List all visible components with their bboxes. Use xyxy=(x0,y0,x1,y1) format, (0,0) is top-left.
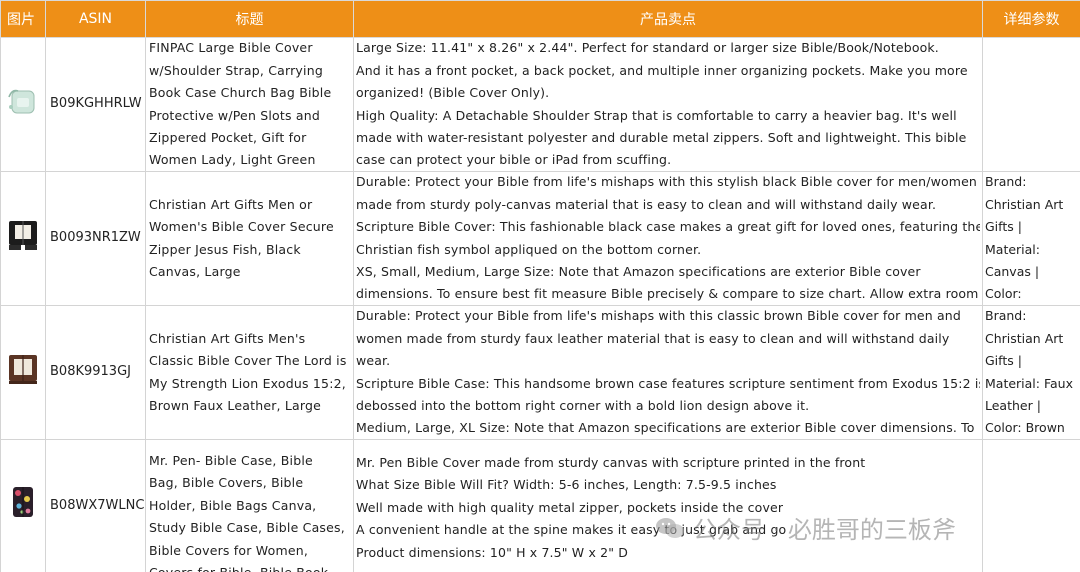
point-line: made with water-resistant polyester and … xyxy=(356,129,967,145)
title-line: Women Lady, Light Green xyxy=(149,152,316,168)
table-row: B08K9913GJ Christian Art Gifts Men's Cla… xyxy=(0,305,1080,440)
param-line: Material: xyxy=(985,241,1040,257)
point-line: Scripture Bible Cover: This fashionable … xyxy=(356,219,980,235)
black-bible-case-icon xyxy=(9,220,37,250)
title-cell[interactable]: Christian Art Gifts Men's Classic Bible … xyxy=(145,305,354,440)
header-asin[interactable]: ASIN xyxy=(45,0,146,38)
point-line: Scripture Bible Case: This handsome brow… xyxy=(356,375,980,391)
point-line: Durable: Protect your Bible from life's … xyxy=(356,308,961,324)
param-line: Gifts | xyxy=(985,353,1022,369)
title-line: Holder, Bible Bags Canva, xyxy=(149,497,317,513)
title-line: Christian Art Gifts Men or xyxy=(149,196,313,212)
header-title[interactable]: 标题 xyxy=(145,0,354,38)
floral-bible-case-icon xyxy=(13,486,33,517)
point-line: organized! (Bible Cover Only). xyxy=(356,85,550,101)
param-line: Canvas | xyxy=(985,263,1040,279)
param-line: Christian Art xyxy=(985,196,1064,212)
point-line: made from sturdy poly-canvas material th… xyxy=(356,196,937,212)
title-line: Bible Covers for Women, xyxy=(149,542,309,558)
details-cell[interactable] xyxy=(982,439,1080,572)
title-line: Protective w/Pen Slots and xyxy=(149,107,321,123)
details-cell[interactable]: Brand: Christian Art Gifts | Material: C… xyxy=(982,171,1080,306)
title-line: Christian Art Gifts Men's xyxy=(149,330,306,346)
point-line: Christian fish symbol appliqued on the b… xyxy=(356,241,702,257)
point-line: Durable: Protect your Bible from life's … xyxy=(356,174,977,190)
point-line: Mr. Pen Bible Cover made from sturdy can… xyxy=(356,455,866,470)
point-line: What Size Bible Will Fit? Width: 5-6 inc… xyxy=(356,477,777,493)
point-line: And it has a front pocket, a back pocket… xyxy=(356,62,968,78)
asin-cell[interactable]: B09KGHHRLW xyxy=(45,37,146,172)
title-line: Zipper Jesus Fish, Black xyxy=(149,241,301,257)
title-line: My Strength Lion Exodus 15:2, xyxy=(149,375,346,391)
image-cell[interactable] xyxy=(0,439,46,572)
point-line: dimensions. To ensure best fit measure B… xyxy=(356,286,979,302)
image-cell[interactable] xyxy=(0,171,46,306)
asin-cell[interactable]: B08K9913GJ xyxy=(45,305,146,440)
point-line: case can protect your bible or iPad from… xyxy=(356,152,672,168)
title-line: Book Case Church Bag Bible xyxy=(149,85,332,101)
selling-points-cell[interactable]: Large Size: 11.41" x 8.26" x 2.44". Perf… xyxy=(353,37,983,172)
param-line: Leather | xyxy=(985,397,1041,413)
details-cell[interactable]: Brand: Christian Art Gifts | Material: F… xyxy=(982,305,1080,440)
param-line: Color: xyxy=(985,286,1022,302)
table-row: B0093NR1ZW Christian Art Gifts Men or Wo… xyxy=(0,171,1080,306)
light-green-bible-case-icon xyxy=(8,89,35,114)
header-selling-points[interactable]: 产品卖点 xyxy=(353,0,983,38)
param-line: Brand: xyxy=(985,174,1027,190)
param-line: Material: Faux xyxy=(985,375,1073,391)
image-cell[interactable] xyxy=(0,305,46,440)
title-cell[interactable]: FINPAC Large Bible Cover w/Shoulder Stra… xyxy=(145,37,354,172)
point-line: XS, Small, Medium, Large Size: Note that… xyxy=(356,263,921,279)
details-cell[interactable] xyxy=(982,37,1080,172)
point-line: Medium, Large, XL Size: Note that Amazon… xyxy=(356,420,975,436)
title-line: Women's Bible Cover Secure xyxy=(149,219,334,235)
title-line: Study Bible Case, Bible Cases, xyxy=(149,520,345,536)
brown-bible-case-icon xyxy=(9,354,37,384)
table-row: B09KGHHRLW FINPAC Large Bible Cover w/Sh… xyxy=(0,37,1080,172)
product-table: 图片 ASIN 标题 产品卖点 详细参数 B09KGHHRLW FINPAC L… xyxy=(0,0,1080,572)
point-line: debossed into the bottom right corner wi… xyxy=(356,397,810,413)
title-cell[interactable]: Mr. Pen- Bible Case, Bible Bag, Bible Co… xyxy=(145,439,354,572)
header-details[interactable]: 详细参数 xyxy=(982,0,1080,38)
selling-points-cell[interactable]: Durable: Protect your Bible from life's … xyxy=(353,305,983,440)
title-line: Covers for Bible, Bible Book xyxy=(149,562,351,572)
selling-points-cell[interactable]: Mr. Pen Bible Cover made from sturdy can… xyxy=(353,439,983,572)
point-line: women made from sturdy faux leather mate… xyxy=(356,330,950,346)
title-cell[interactable]: Christian Art Gifts Men or Women's Bible… xyxy=(145,171,354,306)
param-line: Color: Brown xyxy=(985,420,1065,436)
title-line: Classic Bible Cover The Lord is xyxy=(149,353,347,369)
title-line: Bag, Bible Covers, Bible xyxy=(149,475,304,491)
point-line: High Quality: A Detachable Shoulder Stra… xyxy=(356,107,957,123)
param-line: Brand: xyxy=(985,308,1027,324)
title-line: Mr. Pen- Bible Case, Bible xyxy=(149,453,313,468)
title-line: FINPAC Large Bible Cover xyxy=(149,40,313,56)
spreadsheet-view: 图片 ASIN 标题 产品卖点 详细参数 B09KGHHRLW FINPAC L… xyxy=(0,0,1080,572)
point-line: Large Size: 11.41" x 8.26" x 2.44". Perf… xyxy=(356,40,939,56)
header-image[interactable]: 图片 xyxy=(0,0,46,38)
title-line: Canvas, Large xyxy=(149,263,241,279)
title-line: Zippered Pocket, Gift for xyxy=(149,129,307,145)
point-line: wear. xyxy=(356,353,391,369)
param-line: Gifts | xyxy=(985,219,1022,235)
point-line: Product dimensions: 10" H x 7.5" W x 2" … xyxy=(356,544,629,560)
asin-cell[interactable]: B0093NR1ZW xyxy=(45,171,146,306)
point-line: A convenient handle at the spine makes i… xyxy=(356,522,787,538)
point-line: Well made with high quality metal zipper… xyxy=(356,499,784,515)
header-row: 图片 ASIN 标题 产品卖点 详细参数 xyxy=(0,0,1080,38)
title-line: Brown Faux Leather, Large xyxy=(149,397,322,413)
selling-points-cell[interactable]: Durable: Protect your Bible from life's … xyxy=(353,171,983,306)
image-cell[interactable] xyxy=(0,37,46,172)
table-row: B08WX7WLNC Mr. Pen- Bible Case, Bible Ba… xyxy=(0,439,1080,572)
title-line: w/Shoulder Strap, Carrying xyxy=(149,62,323,78)
asin-cell[interactable]: B08WX7WLNC xyxy=(45,439,146,572)
param-line: Christian Art xyxy=(985,330,1064,346)
